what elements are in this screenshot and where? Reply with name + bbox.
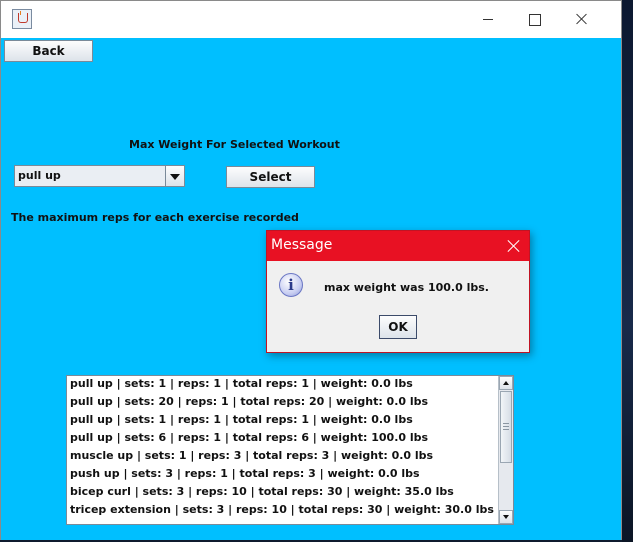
- workout-dropdown-value: pull up: [18, 169, 61, 182]
- list-item[interactable]: pull up | sets: 6 | reps: 1 | total reps…: [70, 431, 428, 449]
- page-title: Max Weight For Selected Workout: [129, 138, 340, 151]
- workout-dropdown[interactable]: pull up: [14, 165, 185, 187]
- dialog-close-button[interactable]: [503, 236, 523, 256]
- scroll-up-button[interactable]: [499, 376, 513, 390]
- maximize-button[interactable]: [511, 1, 557, 38]
- list-item[interactable]: push up | sets: 3 | reps: 1 | total reps…: [70, 467, 420, 485]
- grip-line: [503, 429, 509, 430]
- select-button[interactable]: Select: [226, 166, 315, 188]
- minimize-icon: [483, 19, 493, 20]
- exercise-list[interactable]: pull up | sets: 1 | reps: 1 | total reps…: [66, 375, 514, 525]
- list-item[interactable]: muscle up | sets: 1 | reps: 3 | total re…: [70, 449, 433, 467]
- close-window-button[interactable]: [557, 1, 603, 38]
- scroll-down-button[interactable]: [499, 510, 513, 524]
- dialog-message: max weight was 100.0 lbs.: [324, 281, 489, 294]
- dialog-title-bar: Message: [267, 231, 529, 261]
- list-item[interactable]: bicep curl | sets: 3 | reps: 10 | total …: [70, 485, 454, 503]
- list-item[interactable]: pull up | sets: 20 | reps: 1 | total rep…: [70, 395, 428, 413]
- list-item[interactable]: pull up | sets: 1 | reps: 1 | total reps…: [70, 377, 413, 395]
- info-label: The maximum reps for each exercise recor…: [11, 211, 299, 224]
- maximize-icon: [529, 14, 541, 26]
- dialog-title: Message: [271, 237, 333, 253]
- desktop-background: [622, 0, 633, 542]
- message-dialog: Message i max weight was 100.0 lbs. OK: [266, 230, 530, 353]
- chevron-down-icon[interactable]: [165, 166, 184, 186]
- list-item[interactable]: tricep extension | sets: 3 | reps: 10 | …: [70, 503, 494, 521]
- minimize-button[interactable]: [465, 1, 511, 38]
- title-bar: [1, 1, 621, 38]
- info-icon: i: [279, 273, 303, 297]
- ok-button[interactable]: OK: [379, 315, 417, 339]
- list-item[interactable]: pull up | sets: 1 | reps: 1 | total reps…: [70, 413, 413, 431]
- grip-line: [503, 423, 509, 424]
- java-icon: [12, 9, 32, 29]
- scroll-thumb[interactable]: [500, 391, 512, 463]
- vertical-scrollbar[interactable]: [498, 376, 513, 524]
- back-button[interactable]: Back: [4, 40, 93, 62]
- grip-line: [503, 426, 509, 427]
